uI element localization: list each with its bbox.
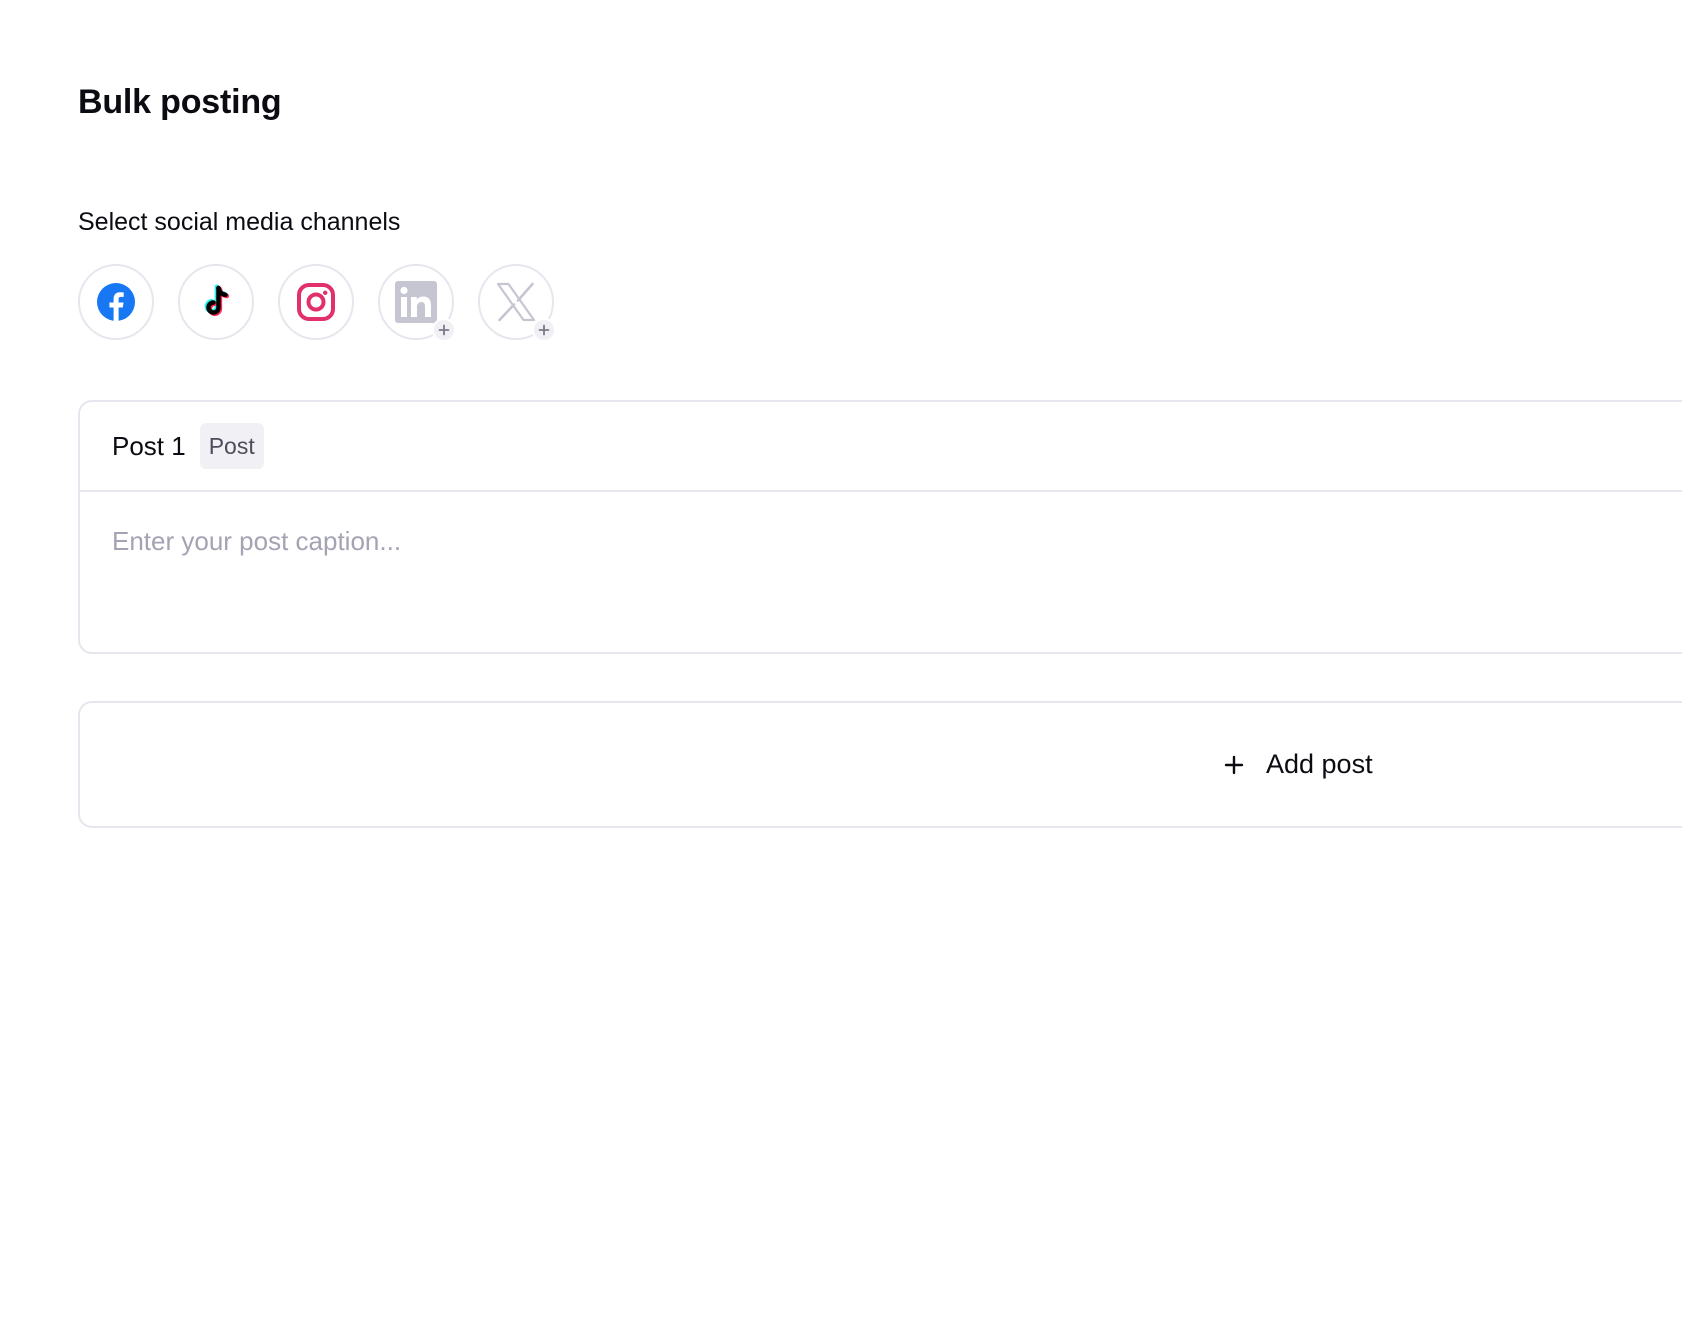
channel-tiktok[interactable] [178,264,254,340]
post-caption-input[interactable] [112,524,1612,634]
post-title: Post 1 [112,430,186,461]
linkedin-icon [395,281,437,323]
channel-instagram[interactable] [278,264,354,340]
plus-icon [438,324,450,336]
add-post-label: Add post [1266,749,1373,779]
tiktok-icon [204,284,230,316]
add-channel-badge[interactable] [432,318,456,342]
channel-selector [78,264,556,342]
channel-x[interactable] [478,264,556,342]
plus-icon [1224,755,1244,774]
post-card-header: Post 1 Post [80,402,1682,492]
add-channel-badge[interactable] [532,318,556,342]
post-card: Post 1 Post [78,400,1682,654]
channel-facebook[interactable] [78,264,154,340]
post-type-chip[interactable]: Post [199,423,264,469]
channels-label: Select social media channels [78,208,401,236]
add-post-content: Add post [1224,703,1373,826]
instagram-icon [297,283,335,321]
channel-linkedin[interactable] [378,264,456,342]
plus-icon [538,324,550,336]
x-icon [496,282,536,322]
page-title: Bulk posting [78,83,282,121]
add-post-button[interactable]: Add post [78,701,1682,828]
facebook-icon [97,283,135,321]
